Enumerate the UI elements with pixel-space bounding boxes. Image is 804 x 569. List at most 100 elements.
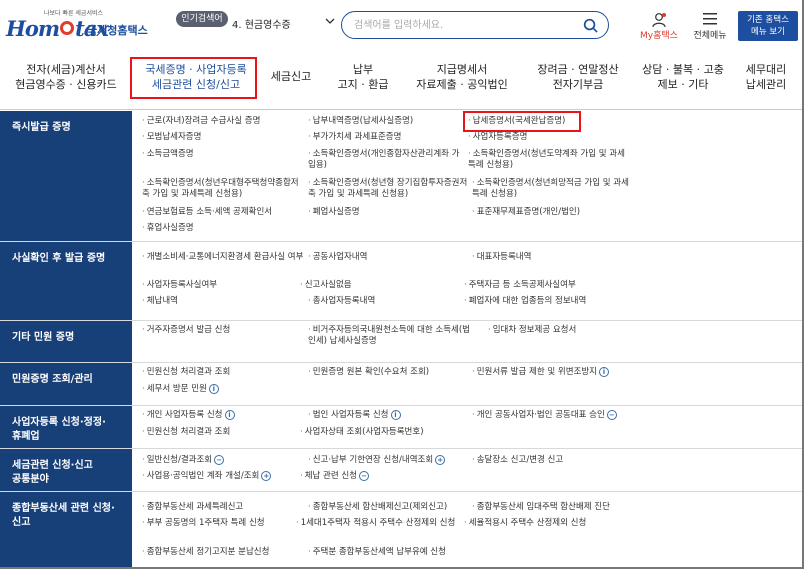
menu-link[interactable]: 공동사업자내역 — [308, 252, 368, 263]
gnb-item-withholding[interactable]: 지급명세서 자료제출 · 공익법인 — [412, 62, 512, 92]
menu-link-with-info[interactable]: 세무서 방문 민원i — [142, 384, 219, 395]
gnb-item-counsel[interactable]: 상담 · 불복 · 고충 제보 · 기타 — [636, 62, 730, 92]
menu-link[interactable]: 민원신청 처리결과 조회 — [142, 427, 231, 438]
section-comprehensive-real-estate-tax: 종합부동산세 관련 신청·신고 종합부동산세 과세특례신고 종합부동산세 합산배… — [0, 492, 804, 569]
menu-link-with-info[interactable]: 민원서류 발급 제한 및 위변조방지i — [472, 367, 609, 378]
menu-link[interactable]: 사업자등록증명 — [468, 132, 528, 143]
menu-link[interactable]: 납부내역증명(납세사실증명) — [308, 116, 413, 127]
info-icon[interactable]: i — [390, 410, 401, 420]
global-nav: 전자(세금)계산서 현금영수증 · 신용카드 국세증명 · 사업자등록 세금관련 신… — [0, 50, 804, 110]
menu-link[interactable]: 근로(자녀)장려금 수급사실 증명 — [142, 116, 261, 127]
gnb-item-tax-report[interactable]: 세금신고 — [264, 69, 318, 84]
classic-menu-button[interactable]: 기존 홈택스 메뉴 보기 — [738, 11, 798, 41]
menu-link[interactable]: 모범납세자증명 — [142, 132, 202, 143]
header: 나보다 빠른 세금서비스 Hom tax 국세청홈택스 인기검색어 4. 현금영수… — [0, 0, 804, 50]
user-icon — [652, 13, 666, 28]
menu-link[interactable]: 개별소비세·교통에너지환경세 환급사실 여부 — [142, 252, 304, 263]
search-icon[interactable] — [583, 18, 598, 33]
section-body: 개별소비세·교통에너지환경세 환급사실 여부 공동사업자내역 대표자등록내역 사… — [132, 242, 804, 320]
menu-link[interactable]: 민원증명 원본 확인(수요처 조회) — [308, 367, 429, 378]
section-other-certificates: 기타 민원 증명 거주자증명서 발급 신청 비거주자등의국내원천소득에 대한 소… — [0, 321, 804, 363]
menu-link-with-expand[interactable]: 신고·납부 기한연장 신청/내역조회+ — [308, 455, 446, 466]
my-hometax-label: My홈택스 — [640, 31, 678, 41]
search-box — [341, 11, 609, 39]
section-title: 종합부동산세 관련 신청· 신고 — [0, 492, 132, 569]
chevron-down-icon[interactable] — [325, 16, 335, 26]
section-title: 사업자등록 신청·정정· 휴폐업 — [0, 406, 132, 448]
hometax-logo[interactable]: 나보다 빠른 세금서비스 Hom tax 국세청홈택스 — [6, 8, 156, 44]
gnb-item-incentive[interactable]: 장려금 · 연말정산 전자기부금 — [526, 62, 630, 92]
all-menu-button[interactable]: 전체메뉴 — [690, 12, 730, 42]
menu-link[interactable]: 표준재무제표증명(개인/법인) — [472, 207, 580, 218]
menu-link[interactable]: 송달장소 신고/변경 신고 — [472, 455, 563, 466]
menu-link[interactable]: 소득확인증명서(청년도약계좌 가입 및 과세특례 신청용) — [468, 149, 628, 171]
gnb-item-e-invoice[interactable]: 전자(세금)계산서 현금영수증 · 신용카드 — [14, 62, 118, 92]
section-title: 사실확인 후 발급 증명 — [0, 242, 132, 320]
menu-link[interactable]: 소득확인증명서(개인종합자산관리계좌 가입용) — [308, 149, 464, 171]
menu-link[interactable]: 부부 공동명의 1주택자 특례 신청 — [142, 518, 265, 529]
my-hometax-button[interactable]: My홈택스 — [638, 12, 680, 42]
menu-link[interactable]: 주택분 종합부동산세액 납부유예 신청 — [308, 547, 446, 558]
menu-link[interactable]: 거주자증명서 발급 신청 — [142, 325, 231, 336]
gnb-item-payment[interactable]: 납부 고지 · 환급 — [330, 62, 396, 92]
menu-link[interactable]: 폐업자에 대한 업종등의 정보내역 — [464, 296, 587, 307]
menu-link[interactable]: 소득확인증명서(청년우대형주택청약종합저축 가입 및 과세특례 신청용) — [142, 178, 306, 200]
menu-link[interactable]: 부가가치세 과세표준증명 — [308, 132, 402, 143]
menu-link[interactable]: 민원신청 처리결과 조회 — [142, 367, 231, 378]
menu-link[interactable]: 소득금액증명 — [142, 149, 194, 160]
logo-e-icon — [60, 21, 75, 35]
menu-link[interactable]: 소득확인증명서(청년희망적금 가입 및 과세특례 신청용) — [472, 178, 634, 200]
menu-link[interactable]: 소득확인증명서(청년형 장기집합투자증권저축 가입 및 과세특례 신청용) — [308, 178, 468, 200]
info-icon[interactable]: i — [208, 384, 219, 394]
menu-link-with-expand[interactable]: 사업용·공익법인 계좌 개설/조회+ — [142, 471, 272, 482]
plus-circle-icon[interactable]: + — [261, 471, 272, 481]
classic-menu-line1: 기존 홈택스 — [747, 15, 789, 25]
menu-link[interactable]: 종합부동산세 정기고지분 분납신청 — [142, 547, 270, 558]
menu-link[interactable]: 종합부동산세 임대주택 합산배제 진단 — [472, 502, 610, 513]
section-verified-certificates: 사실확인 후 발급 증명 개별소비세·교통에너지환경세 환급사실 여부 공동사업… — [0, 242, 804, 321]
menu-link[interactable]: 체납내역 — [142, 296, 178, 307]
minus-circle-icon[interactable]: − — [359, 471, 370, 481]
menu-link[interactable]: 휴업사실증명 — [142, 223, 194, 234]
menu-link[interactable]: 연금보험료등 소득·세액 공제확인서 — [142, 207, 272, 218]
menu-link[interactable]: 총사업자등록내역 — [308, 296, 376, 307]
menu-link[interactable]: 폐업사실증명 — [308, 207, 360, 218]
section-instant-certificates: 즉시발급 증명 근로(자녀)장려금 수급사실 증명 납부내역증명(납세사실증명)… — [0, 111, 804, 242]
menu-link-with-info[interactable]: 개인 사업자등록 신청i — [142, 410, 235, 421]
gnb-item-tax-agent[interactable]: 세무대리 납세관리 — [738, 62, 794, 92]
minus-circle-icon[interactable]: − — [606, 410, 617, 420]
menu-link[interactable]: 세율적용시 주택수 산정제외 신청 — [464, 518, 587, 529]
gnb-item-certificates[interactable]: 국세증명 · 사업자등록 세금관련 신청/신고 — [138, 62, 254, 92]
section-body: 민원신청 처리결과 조회 민원증명 원본 확인(수요처 조회) 민원서류 발급 … — [132, 363, 804, 405]
section-title: 즉시발급 증명 — [0, 111, 132, 241]
search-input[interactable] — [354, 17, 574, 33]
section-title: 민원증명 조회/관리 — [0, 363, 132, 405]
menu-link[interactable]: 주택자금 등 소득공제사실여부 — [464, 280, 576, 291]
menu-link[interactable]: 비거주자등의국내원천소득에 대한 소득세(법인세) 납세사실증명 — [308, 325, 470, 347]
section-body: 종합부동산세 과세특례신고 종합부동산세 합산배제신고(제외신고) 종합부동산세… — [132, 492, 804, 569]
menu-link[interactable]: 대표자등록내역 — [472, 252, 532, 263]
section-title: 기타 민원 증명 — [0, 321, 132, 362]
menu-link[interactable]: 사업자등록사실여부 — [142, 280, 217, 291]
menu-link-tax-payment-certificate[interactable]: 납세증명서(국세완납증명) — [468, 116, 566, 127]
menu-link-with-collapse[interactable]: 개인 공동사업자·법인 공동대표 승인− — [472, 410, 617, 421]
menu-link[interactable]: 종합부동산세 합산배제신고(제외신고) — [308, 502, 447, 513]
menu-link-with-collapse[interactable]: 체납 관련 신청− — [300, 471, 370, 482]
menu-link[interactable]: 종합부동산세 과세특례신고 — [142, 502, 244, 513]
info-icon[interactable]: i — [224, 410, 235, 420]
section-body: 거주자증명서 발급 신청 비거주자등의국내원천소득에 대한 소득세(법인세) 납… — [132, 321, 804, 362]
menu-link[interactable]: 1세대1주택자 적용시 주택수 산정제외 신청 — [296, 518, 466, 529]
info-icon[interactable]: i — [599, 367, 609, 377]
section-tax-applications: 세금관련 신청·신고공통분야 일반신청/결과조회− 신고·납부 기한연장 신청/… — [0, 449, 804, 492]
menu-link-with-info[interactable]: 법인 사업자등록 신청i — [308, 410, 401, 421]
plus-circle-icon[interactable]: + — [435, 455, 446, 465]
menu-link[interactable]: 임대차 정보제공 요청서 — [488, 325, 577, 336]
menu-link[interactable]: 신고사실없음 — [300, 280, 352, 291]
popular-search-keyword[interactable]: 4. 현금영수증 — [232, 16, 332, 31]
minus-circle-icon[interactable]: − — [214, 455, 225, 465]
section-body: 근로(자녀)장려금 수급사실 증명 납부내역증명(납세사실증명) 납세증명서(국… — [132, 111, 804, 241]
menu-link[interactable]: 사업자상태 조회(사업자등록번호) — [300, 427, 424, 438]
section-title: 세금관련 신청·신고 공통분야 — [0, 449, 132, 491]
menu-link-with-collapse[interactable]: 일반신청/결과조회− — [142, 455, 225, 466]
popular-search-badge: 인기검색어 — [176, 11, 228, 27]
